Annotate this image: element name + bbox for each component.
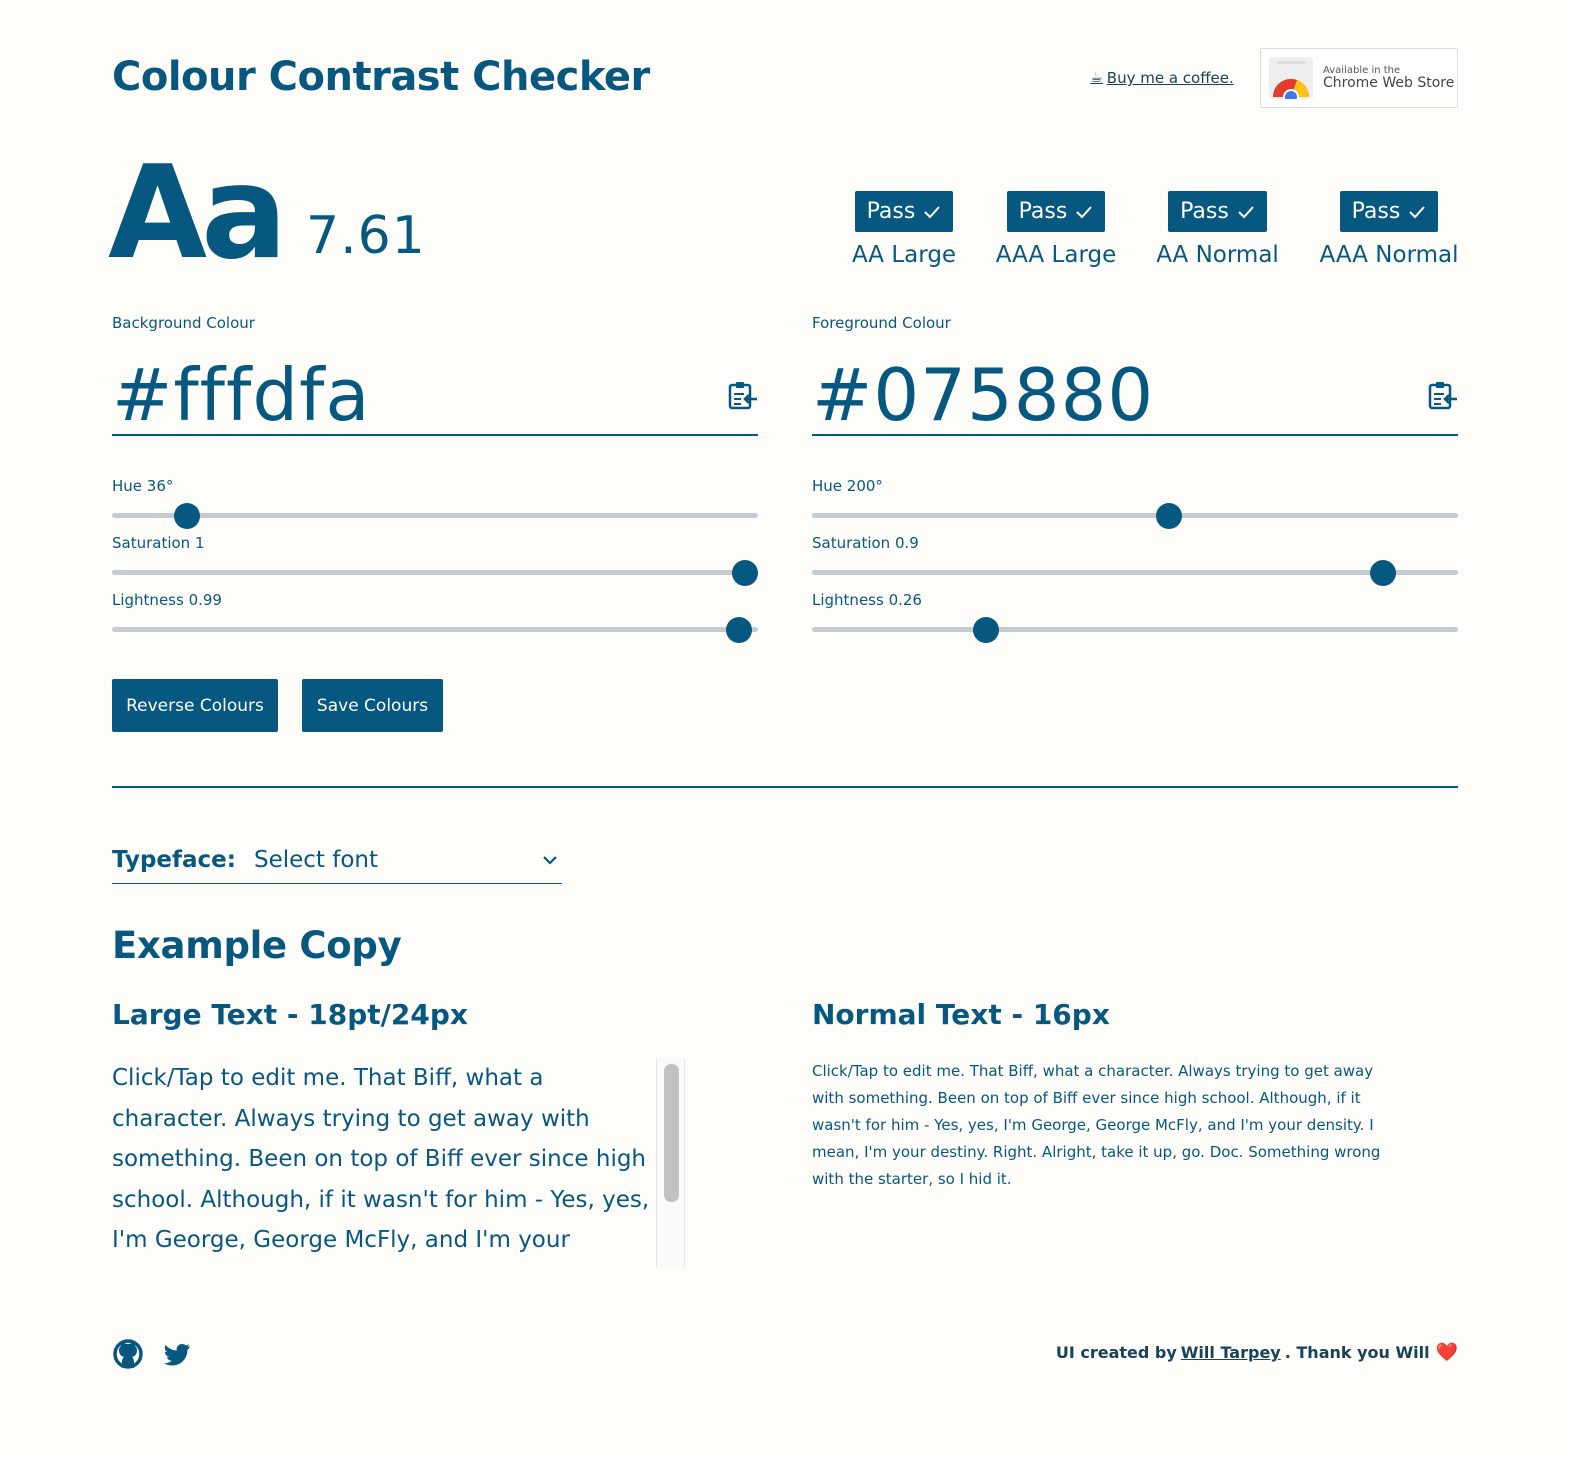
badge-status: Pass	[1180, 199, 1229, 224]
foreground-hex-field[interactable]: #075880	[812, 356, 1458, 436]
foreground-saturation-slider[interactable]	[812, 559, 1458, 586]
github-icon[interactable]	[112, 1338, 144, 1370]
pass-badge: Pass	[1339, 191, 1439, 232]
page-title: Colour Contrast Checker	[112, 54, 650, 100]
normal-text-heading: Normal Text - 16px	[812, 998, 1110, 1031]
check-icon	[924, 205, 941, 218]
twitter-icon[interactable]	[160, 1338, 192, 1370]
background-colour-label: Background Colour	[112, 314, 255, 332]
background-lightness-slider[interactable]	[112, 616, 758, 643]
slider-thumb[interactable]	[1156, 503, 1183, 529]
slider-thumb[interactable]	[973, 617, 1000, 643]
background-hex-value[interactable]: #fffdfa	[112, 359, 371, 431]
normal-text-editable[interactable]: Click/Tap to edit me. That Biff, what a …	[812, 1058, 1392, 1193]
example-copy-heading: Example Copy	[112, 924, 402, 967]
slider-thumb[interactable]	[1370, 560, 1396, 586]
badge-status: Pass	[1018, 199, 1068, 224]
credit-prefix: UI created by	[1055, 1343, 1177, 1362]
background-lightness-label: Lightness 0.99	[112, 591, 222, 609]
section-divider	[112, 786, 1458, 788]
foreground-hex-value[interactable]: #075880	[812, 359, 1154, 431]
slider-thumb[interactable]	[732, 560, 758, 586]
background-hue-label: Hue 36°	[112, 477, 174, 495]
chevron-down-icon	[543, 855, 557, 865]
foreground-lightness-label: Lightness 0.26	[812, 591, 922, 609]
badge-status: Pass	[866, 199, 916, 224]
foreground-hue-slider[interactable]	[812, 502, 1458, 529]
foreground-hue-label: Hue 200°	[812, 477, 883, 495]
background-saturation-slider[interactable]	[112, 559, 758, 586]
chrome-logo-icon	[1269, 57, 1313, 99]
store-name: Chrome Web Store	[1323, 74, 1455, 91]
result-aa-normal: Pass AA Normal	[1156, 191, 1279, 268]
buy-me-a-coffee-link[interactable]: ☕ Buy me a coffee.	[1078, 50, 1246, 106]
check-icon	[1409, 205, 1426, 218]
typeface-select[interactable]: Select font	[254, 847, 562, 873]
foreground-saturation-label: Saturation 0.9	[812, 534, 919, 552]
check-icon	[1238, 205, 1254, 218]
author-link[interactable]: Will Tarpey	[1181, 1343, 1281, 1362]
badge-label: AAA Normal	[1319, 242, 1459, 268]
check-icon	[1076, 205, 1093, 218]
foreground-colour-label: Foreground Colour	[812, 314, 951, 332]
pass-badge: Pass	[854, 191, 954, 232]
background-saturation-label: Saturation 1	[112, 534, 205, 552]
large-text-heading: Large Text - 18pt/24px	[112, 998, 468, 1031]
typeface-label: Typeface:	[112, 846, 236, 873]
result-aaa-large: Pass AAA Large	[995, 191, 1117, 268]
badge-label: AA Large	[851, 242, 957, 268]
save-colours-button[interactable]: Save Colours	[302, 679, 443, 732]
credit-suffix: . Thank you Will	[1284, 1343, 1430, 1362]
badge-label: AAA Large	[995, 242, 1117, 268]
typeface-select-field[interactable]: Typeface: Select font	[112, 836, 562, 884]
foreground-lightness-slider[interactable]	[812, 616, 1458, 643]
scrollbar-thumb[interactable]	[664, 1064, 679, 1202]
large-text-editable[interactable]: Click/Tap to edit me. That Biff, what a …	[112, 1058, 686, 1268]
typeface-placeholder: Select font	[253, 846, 379, 873]
paste-icon[interactable]	[726, 379, 758, 411]
slider-thumb[interactable]	[174, 503, 200, 529]
coffee-icon: ☕	[1090, 70, 1103, 86]
heart-icon: ❤️	[1435, 1342, 1458, 1363]
chrome-web-store-badge[interactable]: Available in the Chrome Web Store	[1260, 48, 1458, 108]
slider-thumb[interactable]	[725, 617, 752, 643]
badge-label: AA Normal	[1156, 242, 1279, 268]
large-text-scrollbar[interactable]	[656, 1058, 685, 1268]
coffee-link-label: Buy me a coffee.	[1106, 69, 1234, 87]
pass-badge: Pass	[1006, 191, 1106, 232]
footer-credit: UI created by Will Tarpey . Thank you Wi…	[1056, 1342, 1458, 1363]
reverse-colours-button[interactable]: Reverse Colours	[112, 679, 278, 732]
sample-text: Aa	[108, 139, 287, 288]
background-hex-field[interactable]: #fffdfa	[112, 356, 758, 436]
background-hue-slider[interactable]	[112, 502, 758, 529]
contrast-ratio: 7.61	[306, 206, 426, 266]
pass-badge: Pass	[1168, 191, 1267, 232]
result-aa-large: Pass AA Large	[851, 191, 957, 268]
result-aaa-normal: Pass AAA Normal	[1319, 191, 1459, 268]
badge-status: Pass	[1351, 199, 1401, 224]
paste-icon[interactable]	[1426, 379, 1458, 411]
